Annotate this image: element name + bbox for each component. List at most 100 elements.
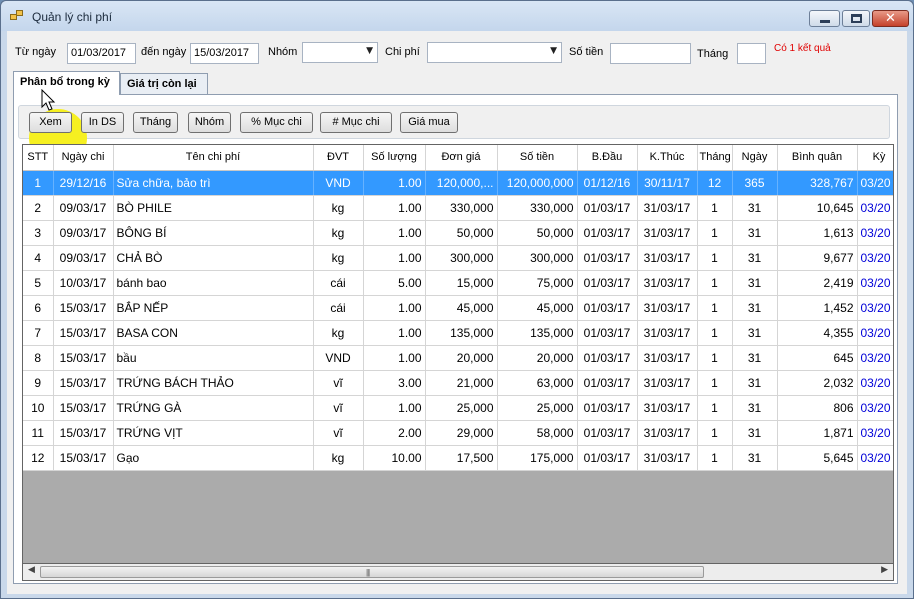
column-header[interactable]: K.Thúc	[637, 145, 698, 171]
table-cell: 03/20	[857, 245, 893, 271]
table-cell: VND	[313, 345, 364, 371]
table-cell: 30/11/17	[637, 170, 698, 196]
minimize-button[interactable]	[809, 10, 840, 27]
column-header[interactable]: Ngày	[732, 145, 778, 171]
to-date-field[interactable]: 15/03/2017	[190, 43, 259, 64]
column-header[interactable]: Bình quân	[777, 145, 858, 171]
table-cell: kg	[313, 220, 364, 246]
table-cell: 03/20	[857, 320, 893, 346]
table-cell: 120,000,...	[425, 170, 498, 196]
column-header[interactable]: STT	[23, 145, 54, 171]
horizontal-scrollbar[interactable]: ◀ ||| ▶	[22, 564, 894, 581]
print-list-button[interactable]: In DS	[81, 112, 124, 133]
amount-field[interactable]	[610, 43, 691, 64]
table-cell: 58,000	[497, 420, 578, 446]
table-cell: 31	[732, 395, 778, 421]
table-cell: 31	[732, 420, 778, 446]
table-cell: BÒ PHILE	[113, 195, 314, 221]
purchase-price-button[interactable]: Giá mua	[400, 112, 458, 133]
table-cell: 09/03/17	[53, 195, 114, 221]
column-header[interactable]: Ngày chi	[53, 145, 114, 171]
table-cell: CHẢ BÒ	[113, 245, 314, 271]
table-cell: 09/03/17	[53, 245, 114, 271]
table-cell: 300,000	[425, 245, 498, 271]
column-header[interactable]: Kỳ	[857, 145, 893, 171]
column-header[interactable]: Tên chi phí	[113, 145, 314, 171]
pct-category-button[interactable]: % Mục chi	[240, 112, 313, 133]
table-cell: Sửa chữa, bảo trì	[113, 170, 314, 196]
main-window: Quản lý chi phí ✕ Từ ngày 01/03/2017 đến…	[0, 0, 914, 599]
table-cell: 31/03/17	[637, 320, 698, 346]
table-cell: 135,000	[425, 320, 498, 346]
month-button[interactable]: Tháng	[133, 112, 178, 133]
table-row[interactable]: 11 15/03/17 TRỨNG VỊT vĩ 2.00 29,000 58,000 01/…	[23, 420, 893, 446]
table-cell: 3	[23, 220, 54, 246]
table-cell: 25,000	[425, 395, 498, 421]
table-cell: 10,645	[777, 195, 858, 221]
table-cell: 645	[777, 345, 858, 371]
scroll-thumb[interactable]: |||	[40, 566, 704, 578]
table-row[interactable]: 6 15/03/17 BẮP NẾP cái 1.00 45,000 45,000 01/03…	[23, 295, 893, 321]
table-row[interactable]: 5 10/03/17 bánh bao cái 5.00 15,000 75,000 01/0…	[23, 270, 893, 296]
table-cell: kg	[313, 195, 364, 221]
table-cell: 1.00	[363, 245, 426, 271]
view-button[interactable]: Xem	[29, 112, 72, 133]
table-row[interactable]: 8 15/03/17 bầu VND 1.00 20,000 20,000 01/03/17 3…	[23, 345, 893, 371]
column-header[interactable]: Số tiền	[497, 145, 578, 171]
expense-grid[interactable]: STT Ngày chi Tên chi phí ĐVT Số lượng Đơn giá…	[22, 144, 894, 564]
table-cell: 1,452	[777, 295, 858, 321]
table-row[interactable]: 1 29/12/16 Sửa chữa, bảo trì VND 1.00 120,000…	[23, 170, 893, 196]
table-cell: 1	[697, 345, 733, 371]
group-combo[interactable]: ▼	[302, 42, 378, 63]
scroll-right-icon[interactable]: ▶	[881, 565, 888, 575]
table-cell: BÔNG BÍ	[113, 220, 314, 246]
table-row[interactable]: 3 09/03/17 BÔNG BÍ kg 1.00 50,000 50,000 01/03/…	[23, 220, 893, 246]
column-header[interactable]: Số lượng	[363, 145, 426, 171]
tab-remaining-value[interactable]: Giá trị còn lại	[120, 73, 208, 95]
month-field[interactable]	[737, 43, 766, 64]
table-cell: 1.00	[363, 320, 426, 346]
column-header[interactable]: ĐVT	[313, 145, 364, 171]
expense-combo[interactable]: ▼	[427, 42, 562, 63]
table-cell: 10/03/17	[53, 270, 114, 296]
table-cell: 01/03/17	[577, 420, 638, 446]
app-icon	[10, 10, 26, 24]
result-count-note: Có 1 kết quả	[774, 43, 831, 54]
table-cell: 5	[23, 270, 54, 296]
table-row[interactable]: 2 09/03/17 BÒ PHILE kg 1.00 330,000 330,000 01/…	[23, 195, 893, 221]
group-button[interactable]: Nhóm	[188, 112, 231, 133]
table-row[interactable]: 4 09/03/17 CHẢ BÒ kg 1.00 300,000 300,000 01/03…	[23, 245, 893, 271]
title-bar[interactable]: Quản lý chi phí ✕	[1, 1, 913, 31]
table-row[interactable]: 7 15/03/17 BASA CON kg 1.00 135,000 135,000 01/…	[23, 320, 893, 346]
table-row[interactable]: 10 15/03/17 TRỨNG GÀ vĩ 1.00 25,000 25,000 01/0…	[23, 395, 893, 421]
scroll-left-icon[interactable]: ◀	[28, 565, 35, 575]
table-cell: 31/03/17	[637, 245, 698, 271]
table-cell: 31	[732, 320, 778, 346]
table-cell: 03/20	[857, 370, 893, 396]
table-cell: kg	[313, 320, 364, 346]
table-cell: 01/03/17	[577, 395, 638, 421]
column-header[interactable]: Đơn giá	[425, 145, 498, 171]
maximize-button[interactable]	[842, 10, 870, 27]
table-cell: TRỨNG GÀ	[113, 395, 314, 421]
table-cell: 20,000	[497, 345, 578, 371]
table-row[interactable]: 9 15/03/17 TRỨNG BÁCH THẢO vĩ 3.00 21,000 63,0…	[23, 370, 893, 396]
table-cell: 31/03/17	[637, 445, 698, 471]
close-button[interactable]: ✕	[872, 10, 909, 27]
table-cell: 01/03/17	[577, 245, 638, 271]
table-cell: 01/03/17	[577, 195, 638, 221]
column-header[interactable]: Tháng	[697, 145, 733, 171]
tab-allocation[interactable]: Phân bổ trong kỳ	[13, 71, 120, 95]
num-category-button[interactable]: # Mục chi	[320, 112, 392, 133]
table-cell: 365	[732, 170, 778, 196]
grid-header-row: STT Ngày chi Tên chi phí ĐVT Số lượng Đơn giá…	[23, 145, 893, 171]
from-date-field[interactable]: 01/03/2017	[67, 43, 136, 64]
table-cell: 31	[732, 270, 778, 296]
table-cell: 31/03/17	[637, 345, 698, 371]
table-row[interactable]: 12 15/03/17 Gạo kg 10.00 17,500 175,000 01/03/1…	[23, 445, 893, 471]
table-cell: 03/20	[857, 220, 893, 246]
table-cell: 1.00	[363, 395, 426, 421]
table-cell: 15/03/17	[53, 395, 114, 421]
table-cell: 31	[732, 445, 778, 471]
column-header[interactable]: B.Đầu	[577, 145, 638, 171]
